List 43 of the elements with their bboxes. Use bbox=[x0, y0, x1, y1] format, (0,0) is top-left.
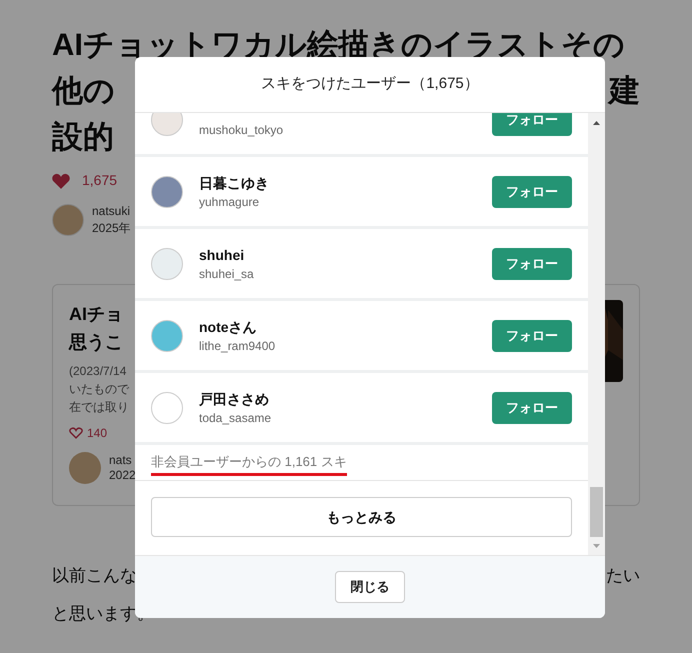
follow-button[interactable]: フォロー bbox=[492, 392, 572, 424]
excerpt-text: いたもので bbox=[69, 381, 130, 398]
more-button[interactable]: もっとみる bbox=[151, 497, 572, 537]
user-handle: mushoku_tokyo bbox=[199, 122, 284, 138]
excerpt-text: (2023/7/14 bbox=[69, 363, 128, 380]
heart-icon[interactable] bbox=[69, 427, 83, 439]
body-text: たい bbox=[606, 565, 640, 587]
follow-button[interactable]: フォロー bbox=[492, 176, 572, 208]
follow-button[interactable]: フォロー bbox=[492, 320, 572, 352]
user-name: 日暮こゆき bbox=[199, 174, 270, 192]
article-title: 設的 bbox=[52, 118, 114, 156]
user-handle: yuhmagure bbox=[199, 194, 260, 210]
avatar bbox=[151, 248, 183, 280]
avatar bbox=[52, 204, 84, 236]
embed-title: AIチョ bbox=[69, 303, 124, 326]
user-name: noteさん bbox=[199, 318, 258, 336]
guest-like-count: 非会員ユーザーからの 1,161 スキ bbox=[151, 452, 347, 476]
user-handle: shuhei_sa bbox=[199, 266, 255, 282]
avatar bbox=[69, 452, 101, 484]
user-handle: toda_sasame bbox=[199, 410, 272, 426]
body-text: 以前こんな bbox=[52, 565, 137, 587]
follow-button[interactable]: フォロー bbox=[492, 113, 572, 136]
avatar bbox=[151, 320, 183, 352]
follow-button[interactable]: フォロー bbox=[492, 248, 572, 280]
close-button[interactable]: 閉じる bbox=[335, 571, 405, 603]
user-handle: lithe_ram9400 bbox=[199, 338, 276, 354]
like-count: 140 bbox=[87, 425, 108, 442]
article-title: 他の bbox=[52, 72, 115, 110]
post-date: 2025年 bbox=[92, 220, 131, 237]
embed-title: 思うこ bbox=[69, 331, 124, 354]
user-name: shuhei bbox=[199, 246, 246, 264]
user-name: 戸田ささめ bbox=[199, 390, 270, 408]
avatar bbox=[151, 392, 183, 424]
article-title: 建 bbox=[609, 72, 640, 110]
scrollbar[interactable] bbox=[588, 113, 605, 555]
modal-title: スキをつけたユーザー（1,675） bbox=[261, 74, 479, 94]
like-count: 1,675 bbox=[82, 171, 118, 190]
author-name: natsuki bbox=[92, 203, 131, 220]
excerpt-text: 在では取り bbox=[69, 399, 130, 416]
avatar bbox=[151, 176, 183, 208]
author-name: nats bbox=[109, 453, 133, 468]
heart-icon[interactable] bbox=[52, 172, 70, 188]
post-date: 2022 bbox=[109, 468, 136, 483]
